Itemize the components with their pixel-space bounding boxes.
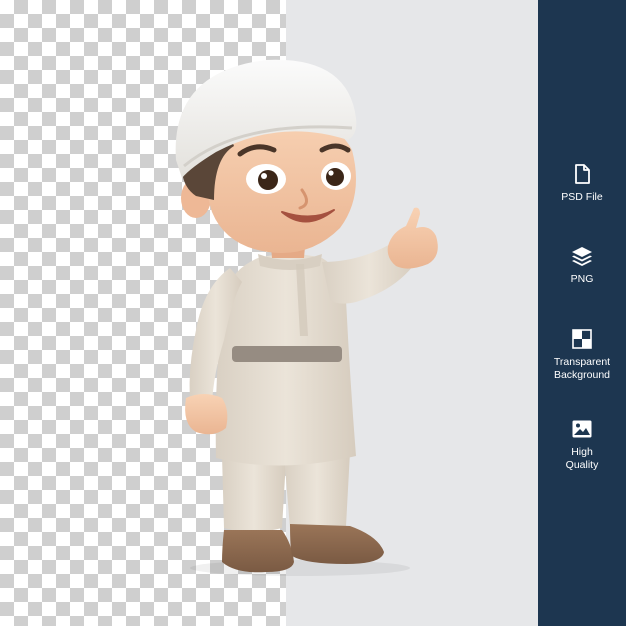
cartoon-boy-illustration (175, 59, 438, 576)
feature-label: PSD File (561, 191, 603, 203)
feature-label: Transparent Background (553, 356, 611, 381)
feature-transparent-background: Transparent Background (538, 328, 626, 382)
feature-label: PNG (570, 273, 594, 285)
product-preview (0, 0, 538, 626)
layers-icon (572, 247, 592, 266)
transparency-grid-icon (572, 329, 592, 349)
feature-label: High Quality (565, 446, 599, 471)
feature-high-quality: High Quality (538, 418, 626, 472)
file-icon (575, 164, 590, 184)
image-icon (572, 420, 592, 438)
left-shoe (222, 530, 294, 573)
feature-sidebar: PSD File PNG Transparent Background High… (538, 0, 626, 626)
feature-png: PNG (538, 245, 626, 286)
feature-psd-file: PSD File (538, 163, 626, 204)
right-hand (387, 207, 438, 269)
left-hand (185, 394, 228, 435)
waist-belt (232, 346, 342, 362)
right-shoe (290, 524, 384, 564)
left-trouser (222, 455, 286, 532)
